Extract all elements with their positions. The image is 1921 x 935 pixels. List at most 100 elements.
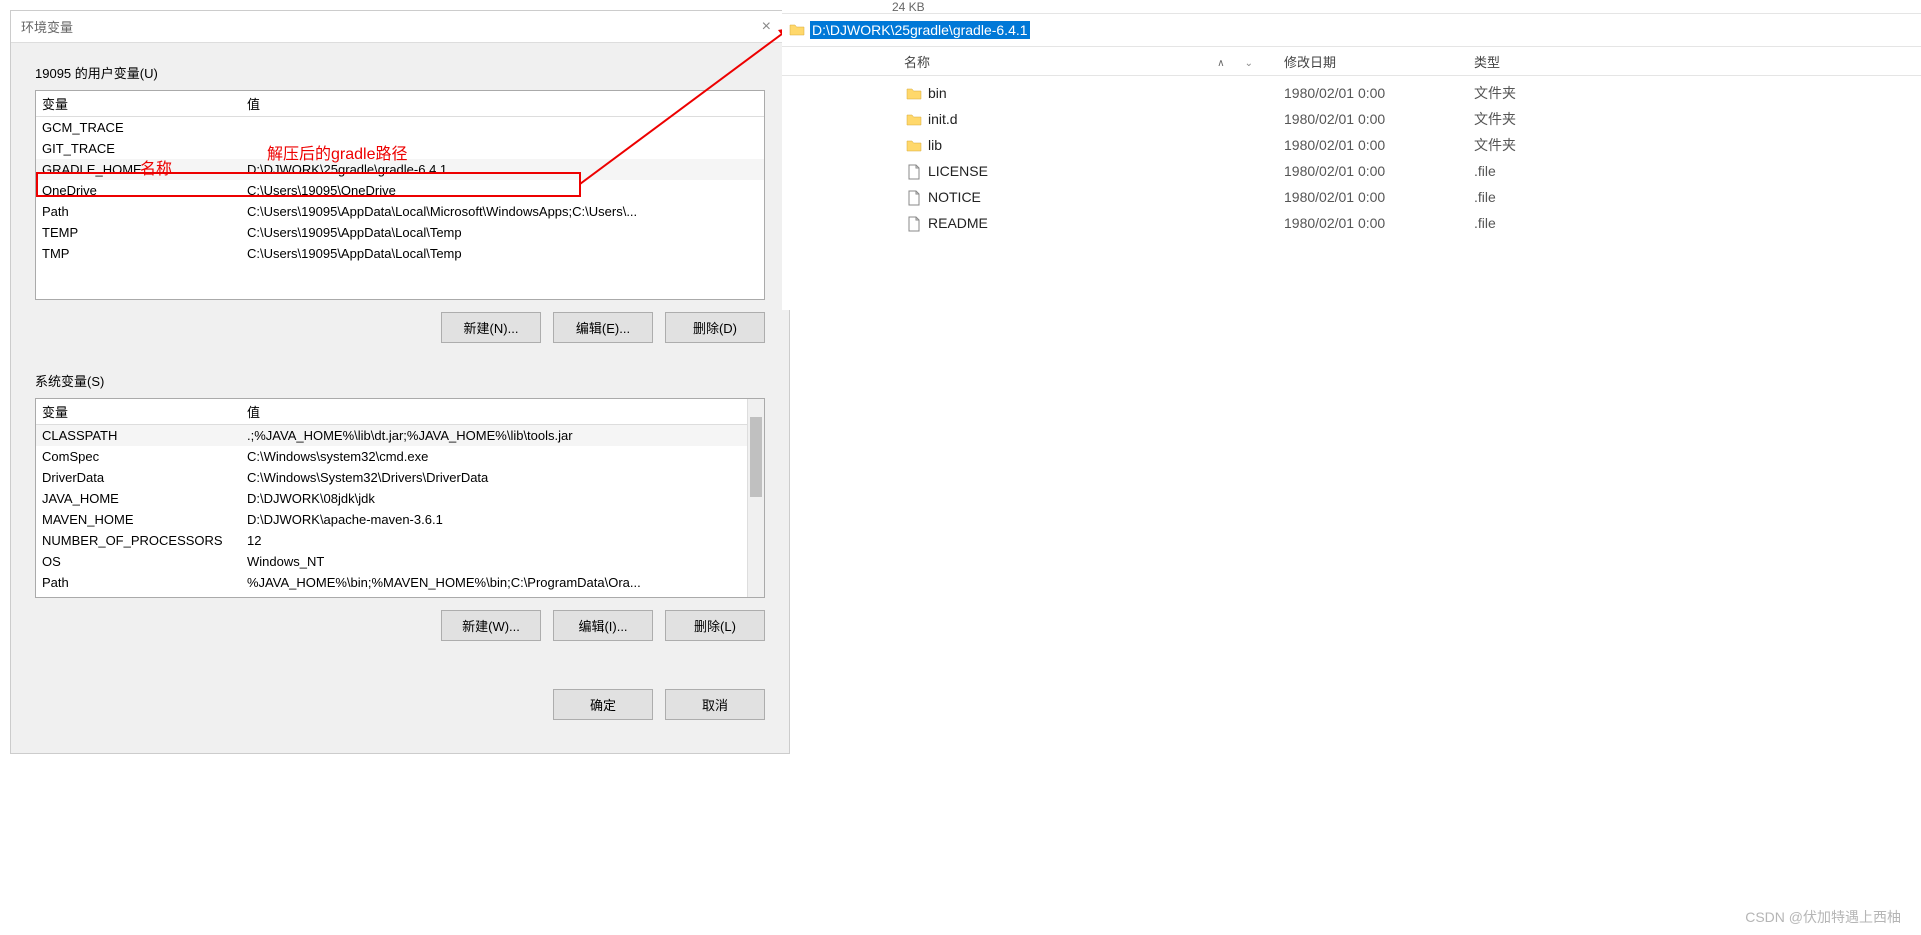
- address-path[interactable]: D:\DJWORK\25gradle\gradle-6.4.1: [810, 21, 1030, 39]
- var-name: OneDrive: [42, 183, 247, 198]
- table-row[interactable]: CLASSPATH.;%JAVA_HOME%\lib\dt.jar;%JAVA_…: [36, 425, 764, 446]
- table-row[interactable]: GCM_TRACE: [36, 117, 764, 138]
- file-name: README: [928, 215, 1284, 231]
- col-header-type[interactable]: 类型: [1462, 52, 1552, 71]
- file-name: NOTICE: [928, 189, 1284, 205]
- table-row[interactable]: MAVEN_HOMED:\DJWORK\apache-maven-3.6.1: [36, 509, 764, 530]
- dialog-titlebar: 环境变量 ×: [11, 11, 789, 43]
- user-vars-label: 19095 的用户变量(U): [35, 63, 765, 82]
- file-icon: [906, 214, 928, 231]
- file-type: 文件夹: [1474, 135, 1564, 155]
- var-name: ComSpec: [42, 449, 247, 464]
- user-vars-list[interactable]: 变量 值 GCM_TRACE GIT_TRACEGRADLE_HOMED:\DJW…: [35, 90, 765, 300]
- var-value: .;%JAVA_HOME%\lib\dt.jar;%JAVA_HOME%\lib…: [247, 428, 758, 443]
- file-date: 1980/02/01 0:00: [1284, 215, 1474, 231]
- var-value: C:\Users\19095\AppData\Local\Temp: [247, 246, 758, 261]
- list-item[interactable]: init.d1980/02/01 0:00文件夹: [782, 106, 1921, 132]
- ok-button[interactable]: 确定: [553, 689, 653, 720]
- list-item[interactable]: NOTICE1980/02/01 0:00.file: [782, 184, 1921, 210]
- var-name: MAVEN_HOME: [42, 512, 247, 527]
- delete-user-var-button[interactable]: 删除(D): [665, 312, 765, 343]
- list-item[interactable]: lib1980/02/01 0:00文件夹: [782, 132, 1921, 158]
- table-row[interactable]: OSWindows_NT: [36, 551, 764, 572]
- table-row[interactable]: GIT_TRACE: [36, 138, 764, 159]
- file-type: .file: [1474, 163, 1564, 179]
- var-value: C:\Windows\system32\cmd.exe: [247, 449, 758, 464]
- table-row[interactable]: TEMPC:\Users\19095\AppData\Local\Temp: [36, 222, 764, 243]
- var-name: Path: [42, 204, 247, 219]
- address-bar[interactable]: D:\DJWORK\25gradle\gradle-6.4.1: [782, 14, 1921, 46]
- var-value: D:\DJWORK\08jdk\jdk: [247, 491, 758, 506]
- file-type: 文件夹: [1474, 109, 1564, 129]
- var-value: [247, 120, 758, 135]
- file-icon: [906, 162, 928, 179]
- file-date: 1980/02/01 0:00: [1284, 163, 1474, 179]
- folder-icon: [906, 84, 928, 101]
- var-name: TEMP: [42, 225, 247, 240]
- table-row[interactable]: PathC:\Users\19095\AppData\Local\Microso…: [36, 201, 764, 222]
- file-type: .file: [1474, 189, 1564, 205]
- sys-vars-label: 系统变量(S): [35, 371, 765, 390]
- file-date: 1980/02/01 0:00: [1284, 137, 1474, 153]
- var-name: DriverData: [42, 470, 247, 485]
- dialog-title: 环境变量: [21, 17, 73, 36]
- folder-icon: [906, 136, 928, 153]
- folder-icon: [788, 22, 806, 38]
- col-header-name[interactable]: 名称 ∧⌄: [892, 52, 1272, 71]
- table-row[interactable]: DriverDataC:\Windows\System32\Drivers\Dr…: [36, 467, 764, 488]
- col-header-variable[interactable]: 变量: [42, 402, 247, 421]
- col-header-value[interactable]: 值: [247, 402, 758, 421]
- var-name: NUMBER_OF_PROCESSORS: [42, 533, 247, 548]
- file-name: init.d: [928, 111, 1284, 127]
- file-type: 文件夹: [1474, 83, 1564, 103]
- cancel-button[interactable]: 取消: [665, 689, 765, 720]
- new-user-var-button[interactable]: 新建(N)...: [441, 312, 541, 343]
- file-name: LICENSE: [928, 163, 1284, 179]
- var-name: TMP: [42, 246, 247, 261]
- table-row[interactable]: NUMBER_OF_PROCESSORS12: [36, 530, 764, 551]
- var-name: GCM_TRACE: [42, 120, 247, 135]
- close-icon[interactable]: ×: [754, 18, 779, 36]
- table-row[interactable]: TMPC:\Users\19095\AppData\Local\Temp: [36, 243, 764, 264]
- explorer-rows: bin1980/02/01 0:00文件夹init.d1980/02/01 0:…: [782, 76, 1921, 236]
- explorer-top-size: 24 KB: [782, 0, 1921, 14]
- col-header-date[interactable]: 修改日期: [1272, 52, 1462, 71]
- var-value: C:\Users\19095\AppData\Local\Microsoft\W…: [247, 204, 758, 219]
- table-row[interactable]: GRADLE_HOMED:\DJWORK\25gradle\gradle-6.4…: [36, 159, 764, 180]
- file-name: bin: [928, 85, 1284, 101]
- var-name: OS: [42, 554, 247, 569]
- sort-caret-icon: ∧: [1217, 58, 1224, 69]
- var-value: D:\DJWORK\apache-maven-3.6.1: [247, 512, 758, 527]
- table-row[interactable]: ComSpecC:\Windows\system32\cmd.exe: [36, 446, 764, 467]
- var-value: D:\DJWORK\25gradle\gradle-6.4.1: [247, 162, 758, 177]
- var-value: [247, 141, 758, 156]
- var-value: C:\Users\19095\OneDrive: [247, 183, 758, 198]
- sys-vars-list[interactable]: 变量 值 CLASSPATH.;%JAVA_HOME%\lib\dt.jar;%…: [35, 398, 765, 598]
- watermark: CSDN @伏加特遇上西柚: [1745, 907, 1901, 927]
- list-item[interactable]: bin1980/02/01 0:00文件夹: [782, 80, 1921, 106]
- chevron-down-icon[interactable]: ⌄: [1245, 58, 1253, 69]
- new-sys-var-button[interactable]: 新建(W)...: [441, 610, 541, 641]
- list-item[interactable]: README1980/02/01 0:00.file: [782, 210, 1921, 236]
- var-value: 12: [247, 533, 758, 548]
- edit-sys-var-button[interactable]: 编辑(I)...: [553, 610, 653, 641]
- var-value: C:\Windows\System32\Drivers\DriverData: [247, 470, 758, 485]
- var-value: C:\Users\19095\AppData\Local\Temp: [247, 225, 758, 240]
- scrollbar-thumb[interactable]: [750, 417, 762, 497]
- table-row[interactable]: JAVA_HOMED:\DJWORK\08jdk\jdk: [36, 488, 764, 509]
- scrollbar[interactable]: [747, 399, 764, 597]
- var-value: %JAVA_HOME%\bin;%MAVEN_HOME%\bin;C:\Prog…: [247, 575, 758, 590]
- explorer-window: 24 KB D:\DJWORK\25gradle\gradle-6.4.1 名称…: [782, 0, 1921, 310]
- var-value: Windows_NT: [247, 554, 758, 569]
- col-header-variable[interactable]: 变量: [42, 94, 247, 113]
- delete-sys-var-button[interactable]: 删除(L): [665, 610, 765, 641]
- table-row[interactable]: Path%JAVA_HOME%\bin;%MAVEN_HOME%\bin;C:\…: [36, 572, 764, 593]
- edit-user-var-button[interactable]: 编辑(E)...: [553, 312, 653, 343]
- explorer-column-headers: 名称 ∧⌄ 修改日期 类型: [782, 46, 1921, 76]
- col-header-value[interactable]: 值: [247, 94, 758, 113]
- file-date: 1980/02/01 0:00: [1284, 85, 1474, 101]
- file-date: 1980/02/01 0:00: [1284, 189, 1474, 205]
- table-row[interactable]: OneDriveC:\Users\19095\OneDrive: [36, 180, 764, 201]
- list-item[interactable]: LICENSE1980/02/01 0:00.file: [782, 158, 1921, 184]
- env-variables-dialog: 环境变量 × 19095 的用户变量(U) 变量 值 GCM_TRACE GIT_…: [10, 10, 790, 754]
